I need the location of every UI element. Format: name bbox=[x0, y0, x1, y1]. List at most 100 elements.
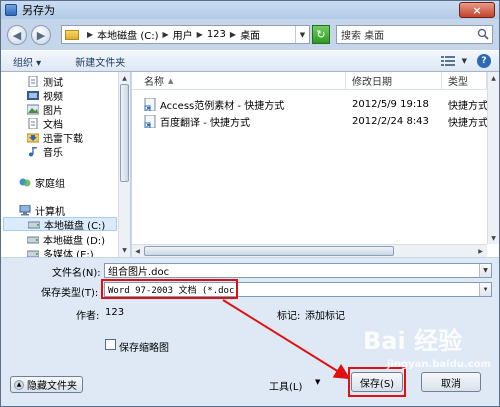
refresh-icon: ↻ bbox=[316, 28, 326, 41]
new-folder-button[interactable]: 新建文件夹 bbox=[69, 54, 131, 69]
drive-icon bbox=[27, 236, 39, 243]
title-bar[interactable]: 另存为 × bbox=[1, 1, 499, 19]
video-icon bbox=[27, 90, 39, 100]
file-list: 名称 ▲ 修改日期 类型 Access范例素材 - 快捷方式 2012/5/9 … bbox=[132, 72, 499, 257]
picture-icon bbox=[27, 104, 39, 114]
nav-item-label: 本地磁盘 (D:) bbox=[43, 235, 106, 247]
close-button[interactable]: × bbox=[459, 2, 495, 18]
drive-icon bbox=[28, 221, 40, 228]
nav-item-documents[interactable]: 文档 bbox=[27, 116, 63, 131]
shortcut-icon bbox=[144, 115, 156, 128]
nav-item-label: 图片 bbox=[43, 105, 63, 117]
back-arrow-icon: ◀ bbox=[12, 28, 22, 42]
save-as-dialog: 另存为 × ◀ ▶ ▶ 本地磁盘 (C:) ▶ 用户 ▶ 123 ▶ 桌面 ▼ … bbox=[0, 0, 500, 407]
breadcrumb-drive[interactable]: 本地磁盘 (C:) bbox=[97, 27, 158, 42]
nav-item-label: 迅雷下载 bbox=[43, 133, 83, 145]
thumbnail-checkbox[interactable] bbox=[105, 339, 116, 350]
savetype-dropdown-icon[interactable]: ▼ bbox=[479, 283, 491, 296]
filename-label: 文件名(N): bbox=[52, 268, 101, 279]
address-bar[interactable]: ▶ 本地磁盘 (C:) ▶ 用户 ▶ 123 ▶ 桌面 ▼ bbox=[61, 25, 310, 44]
tags-label: 标记: bbox=[277, 311, 301, 322]
nav-item-music[interactable]: 音乐 bbox=[27, 144, 63, 159]
file-date: 2012/2/24 8:43 bbox=[352, 116, 429, 127]
scrollbar-thumb[interactable] bbox=[120, 84, 129, 182]
file-name: 百度翻译 - 快捷方式 bbox=[160, 118, 250, 129]
folder-icon bbox=[65, 29, 79, 40]
hide-folders-label: 隐藏文件夹 bbox=[27, 381, 77, 392]
column-header-label: 类型 bbox=[448, 77, 468, 88]
nav-item-drive-c[interactable]: 本地磁盘 (C:) bbox=[3, 217, 117, 232]
scroll-up-icon[interactable]: ▲ bbox=[119, 72, 130, 84]
nav-item-label: 多媒体 (E:) bbox=[43, 249, 94, 258]
file-date: 2012/5/9 19:18 bbox=[352, 99, 429, 110]
chevron-right-icon: ▶ bbox=[196, 30, 203, 39]
help-icon[interactable]: ? bbox=[477, 54, 491, 68]
address-row: ◀ ▶ ▶ 本地磁盘 (C:) ▶ 用户 ▶ 123 ▶ 桌面 ▼ ↻ 搜索 桌… bbox=[1, 20, 499, 50]
homegroup-icon bbox=[19, 178, 31, 186]
author-value[interactable]: 123 bbox=[105, 307, 124, 318]
shortcut-icon bbox=[144, 98, 156, 111]
forward-button[interactable]: ▶ bbox=[31, 25, 51, 45]
drive-icon bbox=[27, 250, 39, 257]
nav-item-computer[interactable]: 计算机 bbox=[19, 203, 65, 218]
organize-menu-button[interactable]: 组织 ▾ bbox=[7, 54, 47, 69]
nav-item-thunder-downloads[interactable]: 迅雷下载 bbox=[27, 130, 83, 145]
refresh-button[interactable]: ↻ bbox=[312, 25, 330, 44]
scroll-down-icon[interactable]: ▼ bbox=[119, 244, 130, 256]
scrollbar-thumb[interactable] bbox=[144, 246, 394, 256]
nav-item-drive-d[interactable]: 本地磁盘 (D:) bbox=[27, 232, 106, 247]
scroll-left-icon[interactable]: ◀ bbox=[132, 246, 143, 257]
file-row[interactable]: Access范例素材 - 快捷方式 bbox=[144, 96, 284, 113]
scroll-down-icon[interactable]: ▼ bbox=[488, 232, 499, 244]
savetype-label: 保存类型(T): bbox=[41, 288, 99, 299]
computer-icon bbox=[19, 204, 31, 215]
search-input[interactable]: 搜索 桌面 bbox=[336, 25, 493, 44]
document-icon bbox=[28, 117, 38, 129]
forward-arrow-icon: ▶ bbox=[36, 28, 46, 42]
tags-value[interactable]: 添加标记 bbox=[305, 307, 345, 322]
nav-item-videos[interactable]: 视频 bbox=[27, 88, 63, 103]
scroll-right-icon[interactable]: ▶ bbox=[475, 246, 486, 257]
view-dropdown-icon[interactable]: ▼ bbox=[462, 57, 467, 65]
back-button[interactable]: ◀ bbox=[7, 25, 27, 45]
filename-value: 组合图片.doc bbox=[108, 267, 170, 278]
nav-item-test[interactable]: 测试 bbox=[27, 74, 63, 89]
column-header-date[interactable]: 修改日期 bbox=[346, 72, 442, 90]
tools-menu-button[interactable]: 工具(L) bbox=[269, 378, 302, 393]
file-name: Access范例素材 - 快捷方式 bbox=[160, 101, 285, 112]
scroll-up-icon[interactable]: ▲ bbox=[488, 72, 499, 84]
nav-item-drive-e[interactable]: 多媒体 (E:) bbox=[27, 246, 94, 257]
file-type: 快捷方式 bbox=[448, 118, 488, 129]
navigation-scrollbar[interactable]: ▲ ▼ bbox=[118, 72, 130, 257]
file-list-vscrollbar[interactable]: ▲ ▼ bbox=[487, 72, 499, 244]
tools-dropdown-icon[interactable]: ▼ bbox=[315, 378, 320, 386]
filename-dropdown-icon[interactable]: ▼ bbox=[479, 264, 491, 277]
breadcrumb-users[interactable]: 用户 bbox=[173, 27, 193, 42]
breadcrumb-user[interactable]: 123 bbox=[207, 29, 226, 40]
navigation-pane: 测试 视频 图片 文档 迅雷下载 音乐 家庭组 计算机 本地磁盘 (C:) 本地… bbox=[1, 72, 131, 257]
filename-input[interactable]: 组合图片.doc ▼ bbox=[104, 263, 492, 278]
save-dialog-icon bbox=[5, 4, 17, 16]
command-toolbar: 组织 ▾ 新建文件夹 ▼ ? bbox=[1, 50, 499, 72]
nav-item-label: 家庭组 bbox=[35, 178, 65, 190]
search-icon bbox=[477, 28, 489, 40]
view-options-icon[interactable] bbox=[441, 55, 455, 67]
address-dropdown-button[interactable]: ▼ bbox=[295, 26, 309, 43]
file-row[interactable]: 百度翻译 - 快捷方式 bbox=[144, 113, 250, 130]
hide-folders-button[interactable]: ▲ 隐藏文件夹 bbox=[10, 376, 83, 393]
column-header-type[interactable]: 类型 bbox=[442, 72, 487, 90]
column-header-name[interactable]: 名称 ▲ bbox=[132, 72, 346, 90]
nav-item-label: 本地磁盘 (C:) bbox=[44, 220, 106, 232]
nav-item-pictures[interactable]: 图片 bbox=[27, 102, 63, 117]
cancel-button[interactable]: 取消 bbox=[421, 372, 481, 392]
navigation-list: 测试 视频 图片 文档 迅雷下载 音乐 家庭组 计算机 本地磁盘 (C:) 本地… bbox=[1, 72, 118, 257]
thumbnail-label: 保存缩略图 bbox=[119, 343, 169, 354]
nav-item-homegroup[interactable]: 家庭组 bbox=[19, 175, 65, 190]
breadcrumb-desktop[interactable]: 桌面 bbox=[240, 27, 260, 42]
save-button-highlight bbox=[348, 367, 406, 397]
search-placeholder: 搜索 桌面 bbox=[341, 31, 385, 42]
nav-item-label: 计算机 bbox=[35, 206, 65, 218]
download-icon bbox=[27, 133, 39, 142]
file-list-hscrollbar[interactable]: ◀ ▶ bbox=[132, 244, 487, 257]
file-type: 快捷方式 bbox=[448, 101, 488, 112]
